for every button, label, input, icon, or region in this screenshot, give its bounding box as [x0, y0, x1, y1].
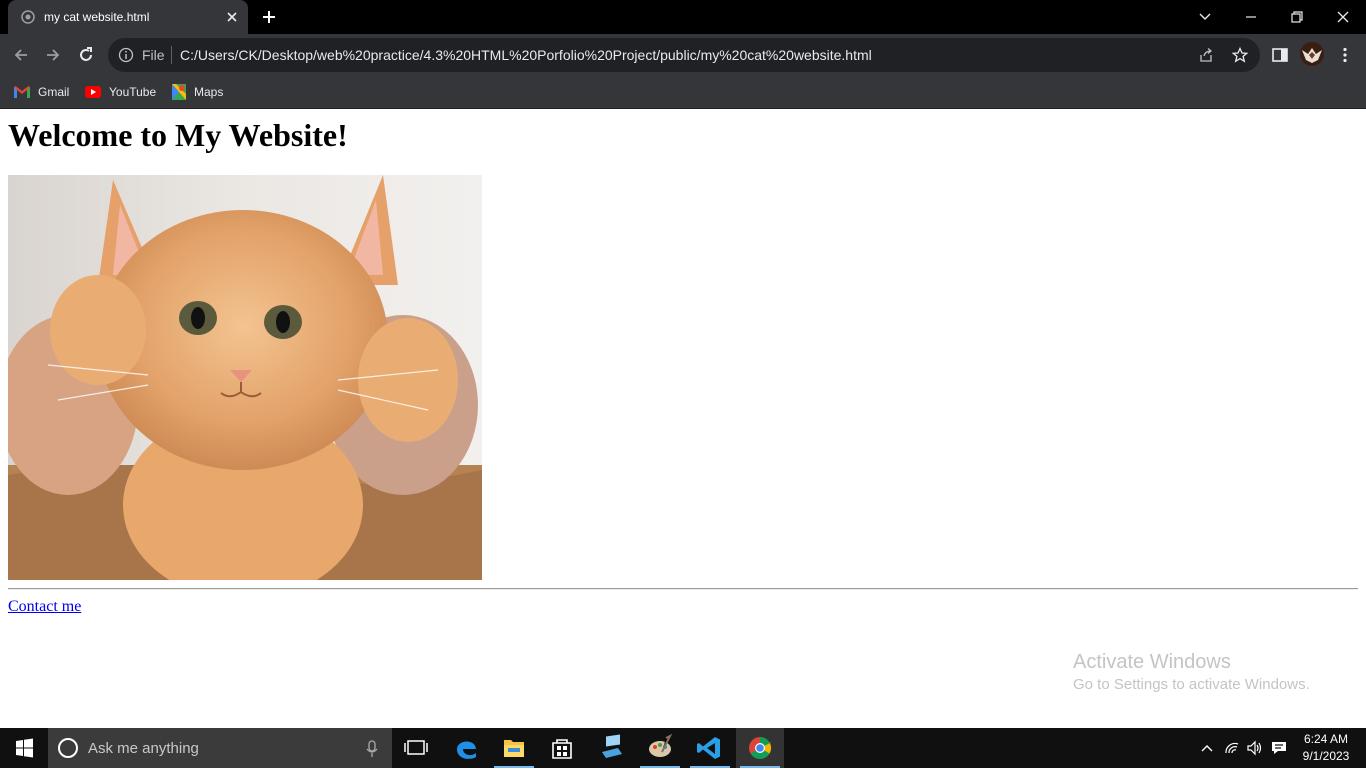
bookmark-gmail[interactable]: Gmail	[14, 82, 69, 102]
close-window-icon[interactable]	[1334, 8, 1352, 26]
info-icon[interactable]	[118, 47, 134, 63]
address-bar[interactable]: File C:/Users/CK/Desktop/web%20practice/…	[108, 38, 1260, 72]
page-heading: Welcome to My Website!	[8, 117, 348, 153]
microphone-icon[interactable]	[366, 740, 378, 758]
search-placeholder: Ask me anything	[88, 740, 199, 757]
youtube-icon	[85, 86, 101, 98]
task-view-icon[interactable]	[392, 728, 440, 768]
system-clock[interactable]: 6:24 AM 9/1/2023	[1296, 731, 1356, 765]
chrome-icon	[749, 737, 771, 759]
bookmark-label: YouTube	[109, 85, 157, 99]
folder-icon	[504, 740, 524, 757]
reload-icon[interactable]	[77, 46, 95, 64]
profile-eagle-icon	[1302, 48, 1322, 63]
globe-icon	[21, 10, 35, 24]
menu-dots-icon[interactable]	[1336, 46, 1354, 64]
clock-time: 6:24 AM	[1303, 732, 1349, 746]
start-icon[interactable]	[0, 728, 48, 768]
windows-taskbar: Ask me anything 6:24 AM 9/1/2023	[0, 728, 1366, 768]
watermark-title: Activate Windows	[1073, 651, 1231, 673]
forward-icon[interactable]	[44, 46, 62, 64]
omnibox-divider	[171, 46, 172, 64]
close-tab-icon[interactable]	[224, 9, 240, 25]
clock-date: 9/1/2023	[1302, 749, 1350, 763]
profile-avatar[interactable]	[1300, 42, 1324, 66]
taskbar-search[interactable]: Ask me anything	[48, 728, 392, 768]
tab-strip: my cat website.html	[0, 0, 1366, 34]
tab-search-icon[interactable]	[1196, 8, 1214, 26]
volume-icon[interactable]	[1246, 740, 1262, 756]
chrome-app[interactable]	[736, 728, 784, 768]
url-text[interactable]: C:/Users/CK/Desktop/web%20practice/4.3%2…	[180, 47, 872, 63]
store-icon[interactable]	[538, 728, 586, 768]
bookmark-label: Maps	[194, 85, 224, 99]
share-icon[interactable]	[1198, 47, 1214, 63]
page-viewport: Welcome to My Website! Contact me Activa…	[0, 109, 1366, 728]
bookmark-label: Gmail	[38, 85, 70, 99]
minimize-icon[interactable]	[1242, 8, 1260, 26]
tab-title: my cat website.html	[44, 10, 150, 24]
vscode-app[interactable]	[686, 728, 734, 768]
maps-icon	[172, 84, 186, 100]
contact-link[interactable]: Contact me	[8, 598, 81, 616]
chevron-up-icon[interactable]	[1199, 740, 1215, 756]
vscode-icon	[697, 737, 720, 759]
bookmark-youtube[interactable]: YouTube	[85, 82, 156, 102]
bookmark-star-icon[interactable]	[1232, 47, 1248, 63]
url-scheme-label: File	[142, 47, 165, 63]
watermark-subtitle: Go to Settings to activate Windows.	[1073, 676, 1310, 693]
edge-icon[interactable]	[442, 728, 490, 768]
restore-icon[interactable]	[1288, 8, 1306, 26]
cat-image	[8, 175, 482, 580]
bookmarks-bar: Gmail YouTube Maps	[0, 76, 1366, 109]
side-panel-icon[interactable]	[1271, 46, 1289, 64]
new-tab-icon[interactable]	[260, 8, 278, 26]
browser-toolbar: File C:/Users/CK/Desktop/web%20practice/…	[0, 34, 1366, 76]
action-center-icon[interactable]	[1271, 740, 1287, 756]
cortana-icon	[58, 738, 78, 758]
back-icon[interactable]	[12, 46, 30, 64]
paint-app[interactable]	[636, 728, 684, 768]
bookmark-maps[interactable]: Maps	[172, 82, 223, 102]
file-explorer-app[interactable]	[490, 728, 538, 768]
gmail-icon	[14, 86, 30, 98]
browser-tab[interactable]: my cat website.html	[8, 0, 248, 34]
palette-icon	[649, 733, 673, 757]
network-icon[interactable]	[1224, 740, 1240, 756]
horizontal-rule	[8, 588, 1358, 590]
kitten-picture	[8, 175, 482, 580]
activation-watermark: Activate Windows Go to Settings to activ…	[1073, 651, 1310, 693]
computer-app-icon[interactable]	[588, 728, 636, 768]
